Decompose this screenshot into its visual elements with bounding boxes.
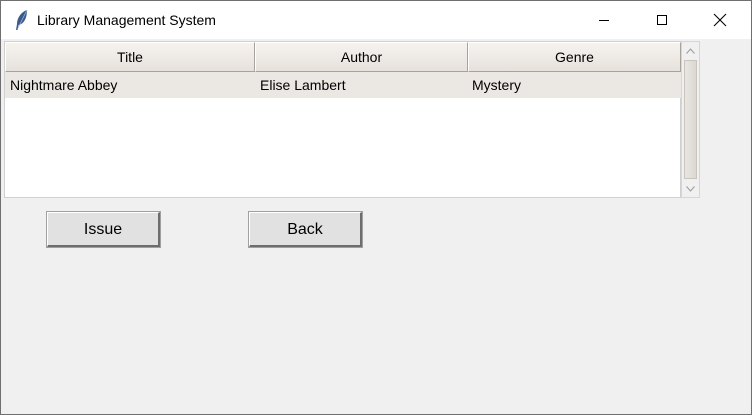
column-header-author[interactable]: Author bbox=[255, 42, 468, 72]
column-header-genre[interactable]: Genre bbox=[468, 42, 681, 72]
cell-genre: Mystery bbox=[472, 77, 521, 93]
books-table[interactable]: Title Author Genre Nightmare Abbey Elise… bbox=[4, 41, 681, 198]
issue-button[interactable]: Issue bbox=[46, 211, 161, 248]
minimize-icon bbox=[599, 20, 609, 21]
scrollbar-thumb[interactable] bbox=[684, 60, 697, 179]
close-button[interactable] bbox=[697, 1, 743, 39]
title-bar[interactable]: Library Management System bbox=[1, 1, 751, 39]
vertical-scrollbar[interactable] bbox=[681, 41, 700, 198]
column-header-title[interactable]: Title bbox=[5, 42, 255, 72]
chevron-down-icon bbox=[686, 185, 695, 192]
feather-icon bbox=[14, 9, 30, 31]
back-button[interactable]: Back bbox=[248, 211, 363, 248]
scroll-down-button[interactable] bbox=[682, 180, 699, 197]
cell-title: Nightmare Abbey bbox=[10, 77, 118, 93]
window-title: Library Management System bbox=[37, 12, 216, 28]
close-icon bbox=[713, 13, 727, 27]
table-row[interactable]: Nightmare Abbey Elise Lambert Mystery bbox=[5, 72, 681, 98]
minimize-button[interactable] bbox=[581, 1, 627, 39]
main-window: Library Management System Title Author G… bbox=[0, 0, 752, 415]
table-header: Title Author Genre bbox=[5, 42, 681, 72]
maximize-icon bbox=[657, 15, 667, 25]
scroll-up-button[interactable] bbox=[682, 42, 699, 59]
cell-author: Elise Lambert bbox=[260, 77, 346, 93]
maximize-button[interactable] bbox=[639, 1, 685, 39]
chevron-up-icon bbox=[686, 47, 695, 54]
